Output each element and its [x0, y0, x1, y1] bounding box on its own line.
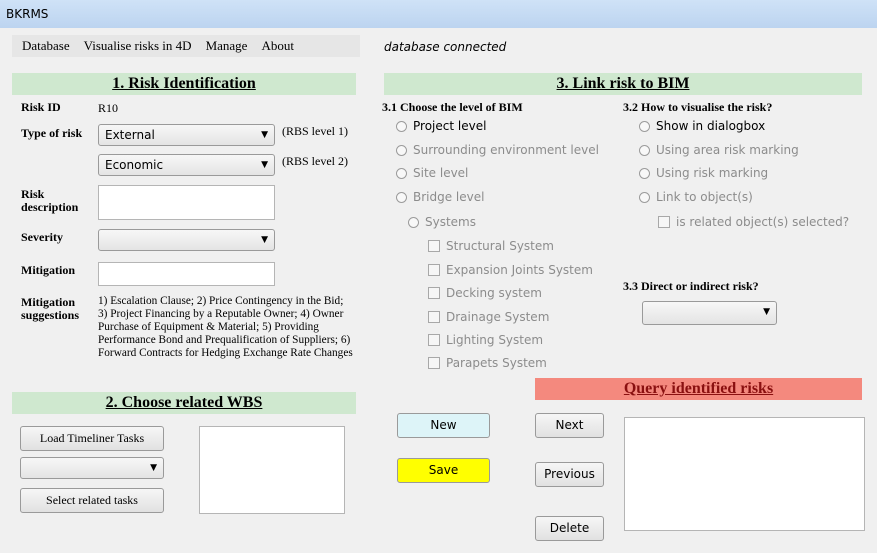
visualise-heading: 3.2 How to visualise the risk?	[623, 100, 773, 114]
radio-button-icon	[639, 120, 650, 132]
checkbox-icon	[428, 287, 440, 299]
radio-systems[interactable]: Systems	[408, 215, 476, 229]
radio-project-level[interactable]: Project level	[396, 119, 486, 133]
new-button[interactable]: New	[397, 413, 490, 438]
rbs-level1-note: (RBS level 1)	[282, 124, 348, 138]
radio-label: Project level	[413, 119, 487, 133]
radio-label: Using area risk marking	[656, 143, 799, 157]
mitigation-input[interactable]	[98, 262, 275, 286]
radio-button-icon	[396, 144, 407, 156]
radio-label: Systems	[425, 215, 476, 229]
radio-using-area-risk-marking[interactable]: Using area risk marking	[639, 143, 799, 157]
radio-label: Show in dialogbox	[656, 119, 766, 133]
checkbox-icon	[428, 311, 440, 323]
risk-type-level1-value: External	[105, 128, 155, 142]
checkbox-structural-system[interactable]: Structural System	[428, 239, 554, 253]
select-related-tasks-button[interactable]: Select related tasks	[20, 488, 164, 513]
risk-identification-heading: 1. Risk Identification	[12, 73, 356, 95]
window-title: BKRMS	[6, 7, 49, 21]
radio-button-icon	[396, 167, 407, 179]
menu-manage[interactable]: Manage	[206, 38, 248, 54]
link-bim-heading: 3. Link risk to BIM	[384, 73, 862, 95]
severity-label: Severity	[21, 230, 63, 244]
direct-indirect-heading: 3.3 Direct or indirect risk?	[623, 279, 759, 293]
radio-label: Bridge level	[413, 190, 485, 204]
save-button[interactable]: Save	[397, 458, 490, 483]
rbs-level2-note: (RBS level 2)	[282, 154, 348, 168]
chevron-down-icon: ▼	[261, 130, 268, 140]
checkbox-label: Structural System	[446, 239, 554, 253]
checkbox-drainage-system[interactable]: Drainage System	[428, 310, 549, 324]
previous-button[interactable]: Previous	[535, 462, 604, 487]
radio-label: Link to object(s)	[656, 190, 753, 204]
severity-select[interactable]: ▼	[98, 229, 275, 251]
load-timeliner-tasks-button[interactable]: Load Timeliner Tasks	[20, 426, 164, 451]
direct-indirect-select[interactable]: ▼	[642, 301, 777, 325]
checkbox-label: is related object(s) selected?	[676, 215, 850, 229]
mitigation-suggestions-text: 1) Escalation Clause; 2) Price Contingen…	[98, 295, 353, 359]
related-tasks-list[interactable]	[199, 426, 345, 514]
risk-type-level2-select[interactable]: Economic ▼	[98, 154, 275, 176]
radio-label: Using risk marking	[656, 166, 769, 180]
wbs-task-select[interactable]: ▼	[20, 457, 164, 479]
radio-button-icon	[639, 144, 650, 156]
checkbox-decking-system[interactable]: Decking system	[428, 286, 542, 300]
radio-link-to-objects[interactable]: Link to object(s)	[639, 190, 753, 204]
window-title-bar: BKRMS	[0, 0, 877, 28]
checkbox-icon	[428, 357, 440, 369]
checkbox-label: Decking system	[446, 286, 542, 300]
menu-visualise[interactable]: Visualise risks in 4D	[84, 38, 192, 54]
risk-id-label: Risk ID	[21, 100, 61, 114]
checkbox-label: Drainage System	[446, 310, 550, 324]
checkbox-icon	[658, 216, 670, 228]
risk-type-level2-value: Economic	[105, 158, 164, 172]
risk-id-value: R10	[98, 101, 119, 115]
checkbox-parapets-system[interactable]: Parapets System	[428, 356, 547, 370]
checkbox-icon	[428, 334, 440, 346]
checkbox-icon	[428, 240, 440, 252]
radio-label: Site level	[413, 166, 469, 180]
checkbox-label: Parapets System	[446, 356, 547, 370]
radio-button-icon	[408, 216, 419, 228]
risk-type-level1-select[interactable]: External ▼	[98, 124, 275, 146]
chevron-down-icon: ▼	[763, 307, 770, 317]
mitigation-label: Mitigation	[21, 263, 75, 277]
chevron-down-icon: ▼	[261, 160, 268, 170]
menu-about[interactable]: About	[261, 38, 294, 54]
radio-button-icon	[396, 191, 407, 203]
radio-site-level[interactable]: Site level	[396, 166, 468, 180]
checkbox-label: Lighting System	[446, 333, 544, 347]
query-identified-risks-heading: Query identified risks	[535, 378, 862, 400]
risk-description-input[interactable]	[98, 185, 275, 220]
risk-description-label: Risk description	[21, 187, 79, 214]
connection-status: database connected	[384, 40, 507, 54]
wbs-heading: 2. Choose related WBS	[12, 392, 356, 414]
menu-database[interactable]: Database	[22, 38, 70, 54]
chevron-down-icon: ▼	[261, 235, 268, 245]
chevron-down-icon: ▼	[150, 463, 157, 473]
checkbox-related-objects-selected[interactable]: is related object(s) selected?	[658, 215, 849, 229]
checkbox-icon	[428, 264, 440, 276]
radio-button-icon	[639, 191, 650, 203]
checkbox-lighting-system[interactable]: Lighting System	[428, 333, 543, 347]
type-of-risk-label: Type of risk	[21, 126, 83, 140]
radio-button-icon	[639, 167, 650, 179]
query-results-list[interactable]	[624, 417, 865, 531]
radio-bridge-level[interactable]: Bridge level	[396, 190, 484, 204]
radio-label: Surrounding environment level	[413, 143, 599, 157]
radio-using-risk-marking[interactable]: Using risk marking	[639, 166, 768, 180]
radio-surrounding-environment-level[interactable]: Surrounding environment level	[396, 143, 599, 157]
mitigation-suggestions-label: Mitigation suggestions	[21, 295, 80, 322]
radio-show-in-dialogbox[interactable]: Show in dialogbox	[639, 119, 765, 133]
next-button[interactable]: Next	[535, 413, 604, 438]
checkbox-label: Expansion Joints System	[446, 263, 593, 277]
delete-button[interactable]: Delete	[535, 516, 604, 541]
menu-bar: Database Visualise risks in 4D Manage Ab…	[12, 35, 360, 57]
radio-button-icon	[396, 120, 407, 132]
bim-level-heading: 3.1 Choose the level of BIM	[382, 100, 523, 114]
checkbox-expansion-joints-system[interactable]: Expansion Joints System	[428, 263, 593, 277]
